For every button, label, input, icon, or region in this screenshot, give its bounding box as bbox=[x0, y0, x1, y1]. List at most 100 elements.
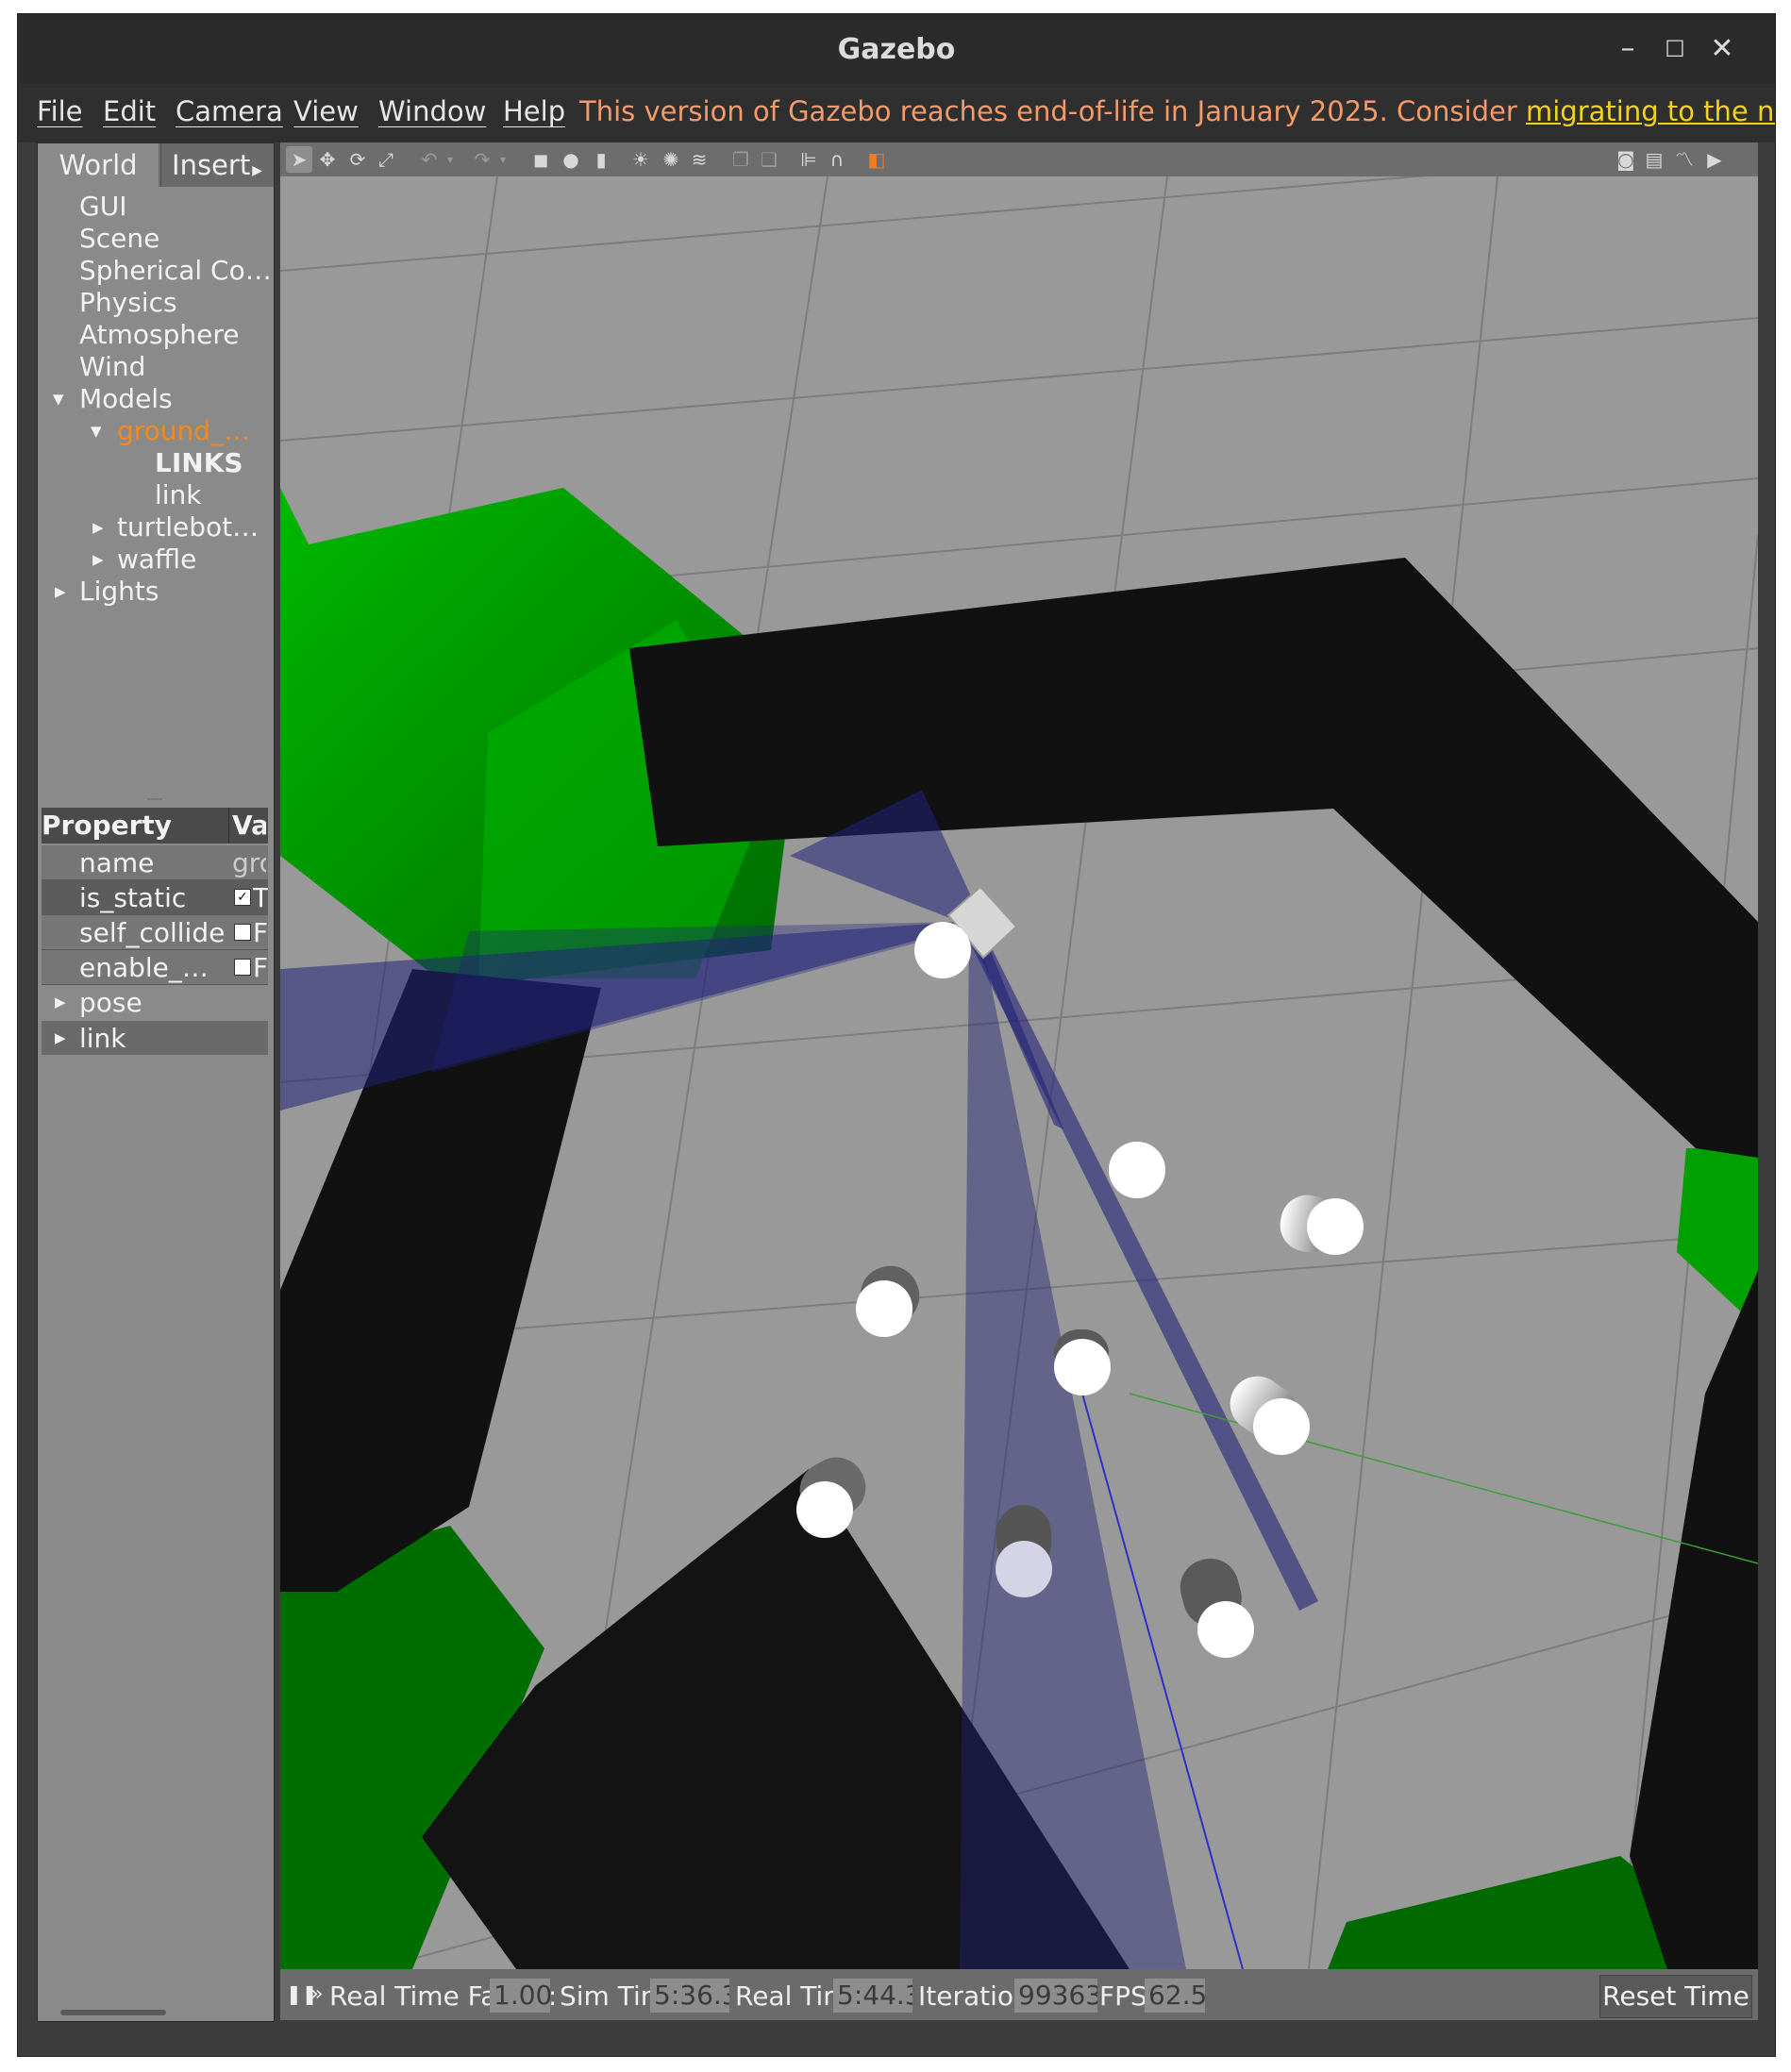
property-row-self-collide[interactable]: self_collide F bbox=[42, 915, 268, 950]
menu-camera[interactable]: Camera bbox=[176, 95, 283, 127]
tree-item-scene[interactable]: Scene bbox=[79, 223, 159, 255]
property-group-link[interactable]: ▶ link bbox=[42, 1021, 268, 1055]
sphere-shape-icon[interactable]: ● bbox=[558, 146, 584, 173]
redo-dropdown-icon[interactable]: ▾ bbox=[490, 146, 516, 173]
record-video-icon[interactable]: ▶ bbox=[1701, 146, 1728, 173]
screenshot-icon[interactable]: ◙ bbox=[1613, 146, 1639, 173]
sim-time-value: 5:36.338 bbox=[650, 1979, 729, 2013]
enable-wind-checkbox[interactable] bbox=[234, 959, 251, 976]
collapse-arrow-icon[interactable]: ▶ bbox=[55, 994, 66, 1011]
tab-scroll-right-icon[interactable]: ▶ bbox=[252, 163, 262, 178]
tree-item-link[interactable]: link bbox=[155, 479, 202, 511]
cylinder-obstacle bbox=[1109, 1142, 1165, 1198]
log-icon[interactable]: ▤ bbox=[1641, 146, 1667, 173]
tree-item-gui[interactable]: GUI bbox=[79, 191, 126, 223]
title-bar: Gazebo – ☐ ✕ bbox=[18, 14, 1775, 84]
fps-value: 62.50 bbox=[1145, 1979, 1205, 2013]
translate-mode-icon[interactable]: ✥ bbox=[314, 146, 341, 173]
property-row-is-static[interactable]: is_static ✓ T bbox=[42, 880, 268, 915]
close-button[interactable]: ✕ bbox=[1696, 25, 1749, 73]
view-toolbar: ➤ ✥ ⟳ ⤢ ↶ ▾ ↷ ▾ ◼ ● ▮ ☀ ✺ ≋ ❐ ❏ ⊫ ∩ ◧ ◙ … bbox=[280, 142, 1758, 176]
tab-insert-label: Insert bbox=[172, 149, 251, 181]
is-static-checkbox[interactable]: ✓ bbox=[234, 889, 251, 906]
change-view-icon[interactable]: ◧ bbox=[863, 146, 890, 173]
property-row-enable-wind[interactable]: enable_… F bbox=[42, 950, 268, 985]
real-time-value: 5:44.342 bbox=[833, 1979, 912, 2013]
point-light-icon[interactable]: ☀ bbox=[628, 146, 654, 173]
cylinder-obstacle bbox=[1054, 1329, 1111, 1395]
eol-notice: This version of Gazebo reaches end-of-li… bbox=[579, 95, 1775, 127]
directional-light-icon[interactable]: ≋ bbox=[686, 146, 712, 173]
tree-item-waffle[interactable]: waffle bbox=[117, 543, 196, 576]
minimize-button[interactable]: – bbox=[1601, 25, 1654, 73]
menu-view[interactable]: View bbox=[293, 95, 359, 127]
header-value: Va bbox=[232, 810, 266, 841]
property-group-pose[interactable]: ▶ pose bbox=[42, 985, 268, 1019]
self-collide-checkbox[interactable] bbox=[234, 924, 251, 941]
real-time-factor-value: 1.00 bbox=[490, 1979, 550, 2013]
tree-item-spherical-coordinates[interactable]: Spherical Co… bbox=[79, 255, 272, 287]
eol-migrate-link[interactable]: migrating to the new Gazebo bbox=[1526, 95, 1775, 127]
copy-icon[interactable]: ❐ bbox=[728, 146, 754, 173]
snap-icon[interactable]: ∩ bbox=[824, 146, 850, 173]
cylinder-obstacle bbox=[914, 922, 971, 978]
tree-item-turtlebot[interactable]: turtlebot… bbox=[117, 511, 259, 543]
panel-tab-bar: World Insert ▶ bbox=[38, 143, 274, 187]
menu-bar: File Edit Camera View Window Help This v… bbox=[18, 84, 1775, 142]
cylinder-obstacle bbox=[996, 1505, 1052, 1597]
scene-canvas[interactable] bbox=[280, 147, 1758, 1970]
eol-notice-text: This version of Gazebo reaches end-of-li… bbox=[579, 95, 1526, 127]
step-icon[interactable]: » bbox=[310, 1982, 323, 2006]
horizontal-scrollbar[interactable] bbox=[60, 2010, 166, 2015]
box-shape-icon[interactable]: ◼ bbox=[527, 146, 554, 173]
menu-file[interactable]: File bbox=[37, 95, 83, 127]
menu-help[interactable]: Help bbox=[503, 95, 565, 127]
rotate-mode-icon[interactable]: ⟳ bbox=[344, 146, 371, 173]
select-mode-icon[interactable]: ➤ bbox=[286, 146, 312, 173]
collapse-arrow-icon[interactable]: ▶ bbox=[55, 583, 66, 600]
maximize-button[interactable]: ☐ bbox=[1649, 25, 1701, 73]
tree-header-links: LINKS bbox=[155, 447, 243, 478]
property-row-name[interactable]: name grc bbox=[42, 845, 268, 880]
property-table-header: Property Va bbox=[42, 808, 268, 844]
scale-mode-icon[interactable]: ⤢ bbox=[373, 146, 399, 173]
collapse-arrow-icon[interactable]: ▶ bbox=[55, 1029, 66, 1046]
property-self-collide-label: self_collide bbox=[79, 917, 226, 948]
iterations-value: 9936338 bbox=[1014, 1979, 1097, 2013]
paste-icon[interactable]: ❏ bbox=[756, 146, 782, 173]
menu-edit[interactable]: Edit bbox=[103, 95, 156, 127]
property-enable-label: enable_… bbox=[79, 952, 209, 983]
enable-wind-value: F bbox=[253, 952, 268, 983]
expand-arrow-icon[interactable]: ▼ bbox=[91, 423, 102, 440]
plot-icon[interactable]: 〽 bbox=[1671, 146, 1698, 173]
render-viewport[interactable]: ➤ ✥ ⟳ ⤢ ↶ ▾ ↷ ▾ ◼ ● ▮ ☀ ✺ ≋ ❐ ❏ ⊫ ∩ ◧ ◙ … bbox=[280, 142, 1758, 2020]
tree-item-atmosphere[interactable]: Atmosphere bbox=[79, 319, 240, 351]
window-title: Gazebo bbox=[837, 33, 956, 66]
tree-item-wind[interactable]: Wind bbox=[79, 351, 145, 383]
self-collide-value: F bbox=[253, 917, 268, 948]
tree-item-ground-plane[interactable]: ground_… bbox=[117, 415, 250, 447]
menu-window[interactable]: Window bbox=[378, 95, 486, 127]
splitter-handle[interactable] bbox=[147, 798, 162, 800]
header-property: Property bbox=[42, 810, 173, 841]
scene-view[interactable] bbox=[280, 147, 1758, 1970]
tree-item-models[interactable]: Models bbox=[79, 383, 173, 415]
property-is-static-label: is_static bbox=[79, 882, 187, 913]
collapse-arrow-icon[interactable]: ▶ bbox=[92, 551, 104, 568]
left-panel: World Insert ▶ GUI Scene Spherical Co… Ph… bbox=[37, 142, 275, 2022]
cylinder-shape-icon[interactable]: ▮ bbox=[588, 146, 614, 173]
spot-light-icon[interactable]: ✺ bbox=[658, 146, 684, 173]
tree-item-physics[interactable]: Physics bbox=[79, 287, 177, 319]
property-name-value[interactable]: grc bbox=[232, 847, 266, 878]
gazebo-window: Gazebo – ☐ ✕ File Edit Camera View Windo… bbox=[17, 13, 1776, 2057]
reset-time-button[interactable]: Reset Time bbox=[1599, 1975, 1752, 2018]
undo-dropdown-icon[interactable]: ▾ bbox=[437, 146, 463, 173]
tab-world[interactable]: World bbox=[38, 143, 159, 187]
tree-item-lights[interactable]: Lights bbox=[79, 576, 159, 608]
expand-arrow-icon[interactable]: ▼ bbox=[53, 391, 64, 408]
tab-insert[interactable]: Insert ▶ bbox=[160, 143, 273, 187]
collapse-arrow-icon[interactable]: ▶ bbox=[92, 519, 104, 536]
status-bar: ❚❚ » Real Time Factor: 1.00 Sim Time: 5:… bbox=[280, 1969, 1758, 2020]
property-link-label: link bbox=[79, 1023, 126, 1054]
align-icon[interactable]: ⊫ bbox=[795, 146, 822, 173]
